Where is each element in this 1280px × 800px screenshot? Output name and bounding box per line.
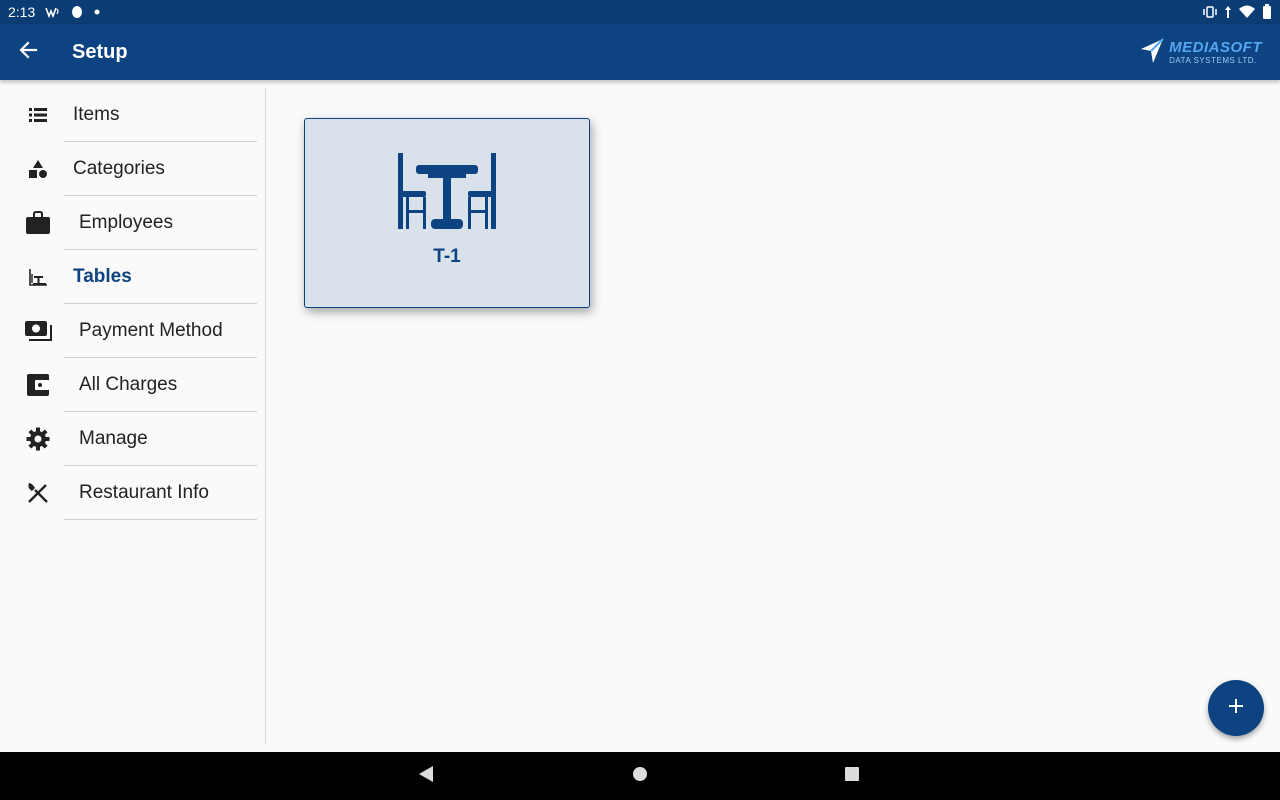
sidebar-item-label: Tables xyxy=(73,266,132,287)
table-card[interactable]: T-1 xyxy=(304,118,590,308)
battery-icon xyxy=(1262,4,1272,20)
shapes-icon xyxy=(24,155,52,183)
mediasoft-logo-icon xyxy=(1139,35,1165,70)
notification-icon xyxy=(71,5,83,19)
square-recents-icon xyxy=(844,766,860,787)
sidebar-item-restaurant-info[interactable]: Restaurant Info xyxy=(0,466,265,520)
table-label: T-1 xyxy=(433,246,461,267)
circle-home-icon xyxy=(632,766,648,787)
list-icon xyxy=(24,101,52,129)
sidebar-item-label: Employees xyxy=(79,212,173,233)
sidebar-item-categories[interactable]: Categories xyxy=(0,142,265,196)
sidebar-item-payment-method[interactable]: Payment Method xyxy=(0,304,265,358)
triangle-back-icon xyxy=(417,765,435,788)
brand-name: MEDIASOFT xyxy=(1169,38,1262,56)
status-time: 2:13 xyxy=(8,4,36,20)
sidebar-item-label: All Charges xyxy=(79,374,178,395)
status-bar: 2:13 xyxy=(0,0,1280,24)
data-icon xyxy=(1224,5,1232,19)
table-chairs-icon xyxy=(398,153,496,236)
sidebar-item-manage[interactable]: Manage xyxy=(0,412,265,466)
wallet-icon xyxy=(24,371,52,399)
nav-recents-button[interactable] xyxy=(840,764,864,788)
sidebar-item-tables[interactable]: Tables xyxy=(0,250,265,304)
sidebar-item-label: Items xyxy=(73,104,120,125)
nav-home-button[interactable] xyxy=(628,764,652,788)
app-bar: Setup MEDIASOFT DATA SYSTEMS LTD. xyxy=(0,24,1280,80)
wifi-icon xyxy=(1238,5,1256,19)
nav-back-button[interactable] xyxy=(414,764,438,788)
sidebar-item-label: Manage xyxy=(79,428,148,449)
sidebar: Items Categories Employees Tables Paymen… xyxy=(0,88,266,744)
wifi-calling-icon xyxy=(45,6,61,18)
sidebar-item-all-charges[interactable]: All Charges xyxy=(0,358,265,412)
utensils-icon xyxy=(24,479,52,507)
add-table-button[interactable] xyxy=(1208,680,1264,736)
sidebar-item-label: Restaurant Info xyxy=(79,482,209,503)
back-button[interactable] xyxy=(0,24,56,80)
page-title: Setup xyxy=(72,40,128,63)
table-chairs-icon xyxy=(24,263,52,291)
sidebar-item-employees[interactable]: Employees xyxy=(0,196,265,250)
sidebar-item-items[interactable]: Items xyxy=(0,88,265,142)
brand-subtitle: DATA SYSTEMS LTD. xyxy=(1169,55,1257,65)
dot-icon xyxy=(93,8,101,16)
sidebar-item-label: Categories xyxy=(73,158,165,179)
vibrate-icon xyxy=(1202,6,1218,18)
system-nav-bar xyxy=(0,752,1280,800)
briefcase-icon xyxy=(24,209,52,237)
divider xyxy=(64,519,257,520)
payments-icon xyxy=(24,317,52,345)
sidebar-item-label: Payment Method xyxy=(79,320,223,341)
arrow-back-icon xyxy=(18,40,38,65)
gear-icon xyxy=(24,425,52,453)
brand-logo: MEDIASOFT DATA SYSTEMS LTD. xyxy=(1139,35,1262,70)
plus-icon xyxy=(1228,698,1244,719)
